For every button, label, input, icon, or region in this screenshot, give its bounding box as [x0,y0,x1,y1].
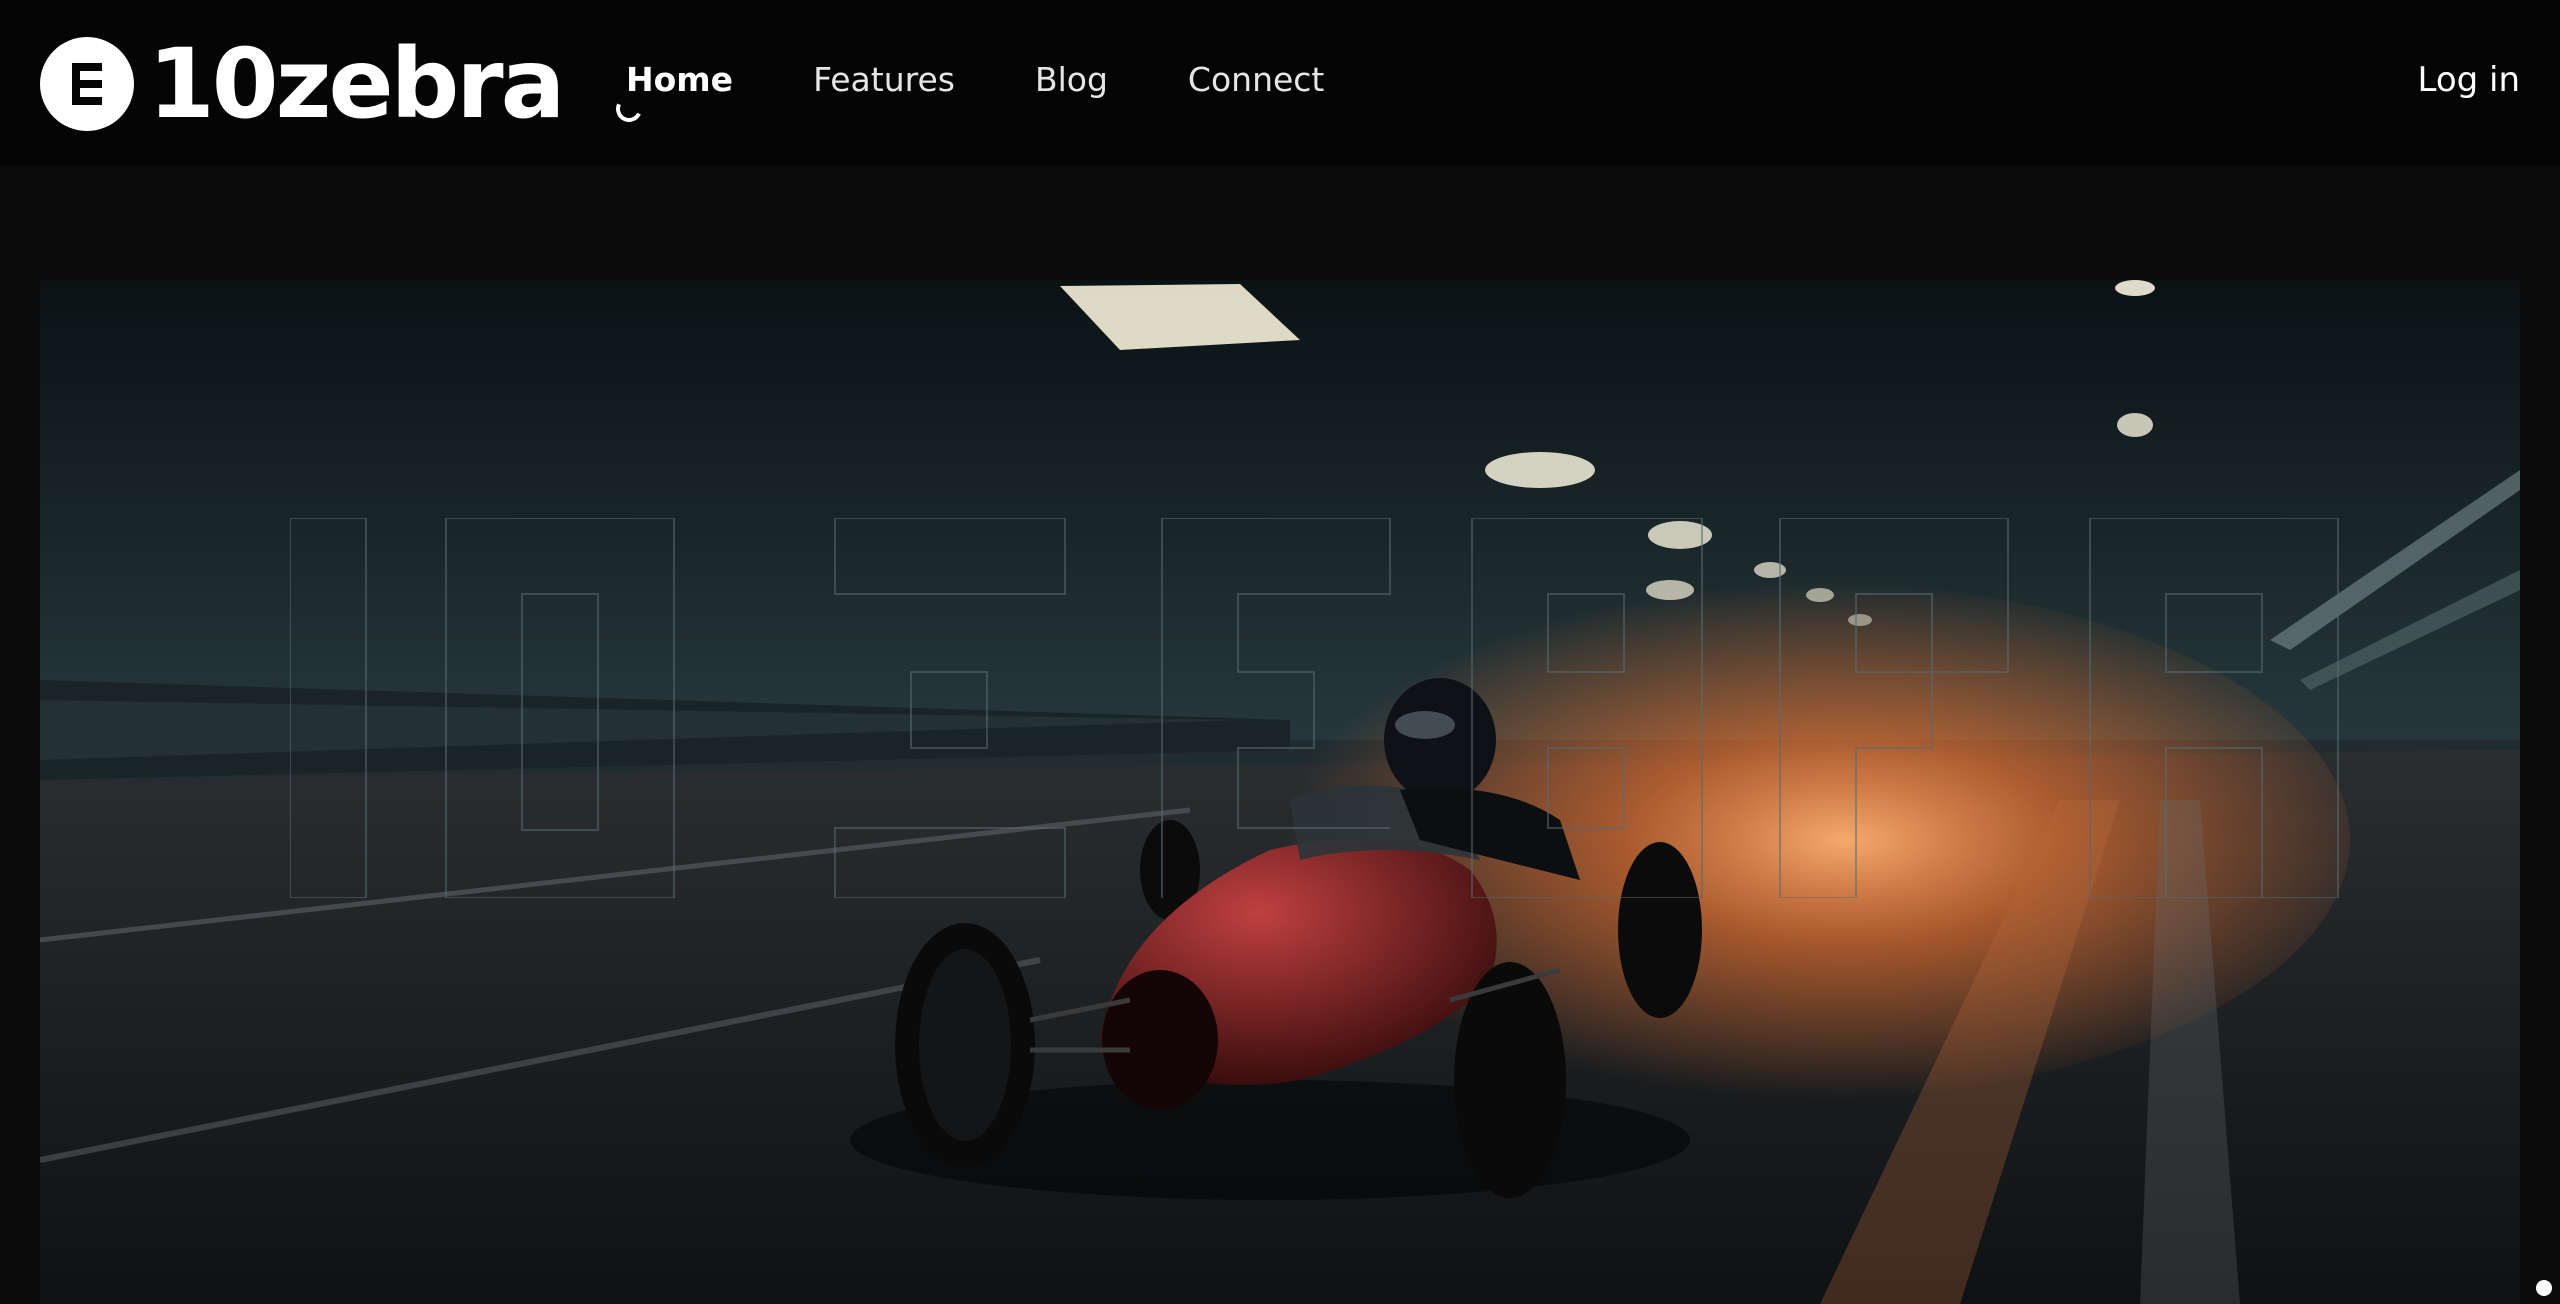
brand-name: 10zebra [148,28,565,140]
race-car-scene [40,280,2520,1304]
login-link[interactable]: Log in [2417,60,2520,100]
brand-logo[interactable]: 10zebra [40,28,565,140]
nav-item-blog[interactable]: Blog [1035,60,1108,99]
site-header: 10zebra Home Features Blog Connect Log i… [0,0,2560,166]
hero-image [40,280,2520,1304]
zebra-e-logo-icon [40,37,134,131]
nav-item-label: Blog [1034,60,1108,99]
nav-item-label: Home [626,60,734,99]
nav-item-home[interactable]: Home [612,60,734,126]
nav-item-connect[interactable]: Connect [1188,60,1324,99]
main-nav: Home Features Blog Connect [612,60,1404,126]
scroll-indicator [2536,1280,2552,1296]
nav-item-features[interactable]: Features [813,60,955,99]
nav-item-label: Features [813,60,955,99]
nav-item-label: Connect [1187,60,1325,99]
